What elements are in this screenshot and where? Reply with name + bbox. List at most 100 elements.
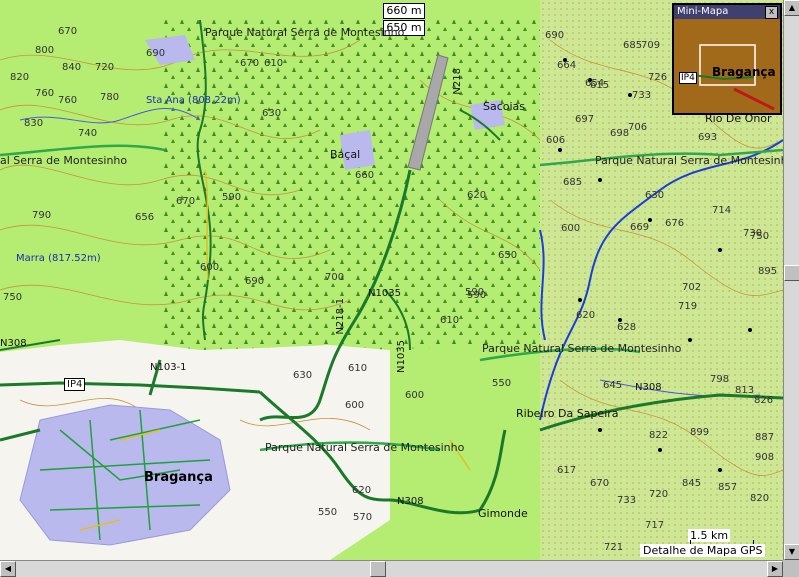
contour-label: 656: [135, 212, 155, 223]
scroll-right-button[interactable]: ▶: [767, 561, 783, 577]
contour-label: 670: [176, 196, 196, 207]
contour-label: 550: [318, 507, 338, 518]
contour-label: 550: [492, 378, 512, 389]
contour-label: 721: [604, 542, 624, 553]
road-label: N308: [635, 382, 662, 393]
contour-label: 800: [35, 45, 55, 56]
close-icon[interactable]: x: [765, 6, 778, 19]
contour-label: 610: [440, 315, 460, 326]
contour-label: 726: [648, 72, 668, 83]
contour-label: 670: [240, 58, 260, 69]
contour-label: 719: [678, 301, 698, 312]
contour-label: 620: [467, 190, 487, 201]
contour-label: 790: [32, 210, 52, 221]
contour-label: 685: [623, 40, 643, 51]
contour-label: 617: [557, 465, 577, 476]
contour-label: 733: [632, 90, 652, 101]
road-label: N103-1: [150, 362, 187, 373]
contour-label: 610: [264, 58, 284, 69]
contour-label: 660: [355, 170, 375, 181]
road-label: N218-1: [335, 298, 346, 335]
place-label: Baçal: [330, 148, 361, 161]
road-label: N1035: [396, 340, 407, 373]
scroll-left-button[interactable]: ◀: [0, 561, 16, 577]
contour-label: 630: [293, 370, 313, 381]
contour-label: 720: [95, 62, 115, 73]
contour-label: 600: [561, 223, 581, 234]
contour-label: 697: [575, 114, 595, 125]
contour-label: 720: [649, 489, 669, 500]
map-canvas: [0, 0, 783, 560]
vertical-scrollbar[interactable]: ▲ ▼: [783, 0, 799, 560]
contour-label: 620: [352, 485, 372, 496]
horizontal-scrollbar[interactable]: ◀ ▶: [0, 560, 783, 577]
contour-label: 628: [617, 322, 637, 333]
contour-label: 590: [467, 290, 487, 301]
place-label: Ribeiro Da Sapeira: [516, 407, 619, 420]
contour-label: 600: [200, 262, 220, 273]
contour-label: 690: [245, 276, 265, 287]
contour-label: 740: [78, 128, 98, 139]
town-label: Bragança: [144, 470, 213, 485]
contour-label: 693: [698, 132, 718, 143]
status-text: Detalhe de Mapa GPS: [640, 544, 766, 557]
elevation-legend-660: 660 m: [383, 3, 425, 19]
contour-label: 600: [405, 390, 425, 401]
minimap-town-label: Bragança: [712, 65, 776, 79]
road-label: N1035: [368, 288, 401, 299]
scroll-down-button[interactable]: ▼: [784, 544, 799, 560]
contour-label: 714: [712, 205, 732, 216]
map-view[interactable]: 660 m 650 m Parque Natural Serra de Mont…: [0, 0, 783, 560]
minimap-window[interactable]: Mini-Mapa x IP4 Bragança: [672, 3, 782, 115]
contour-label: 857: [718, 482, 738, 493]
contour-label: 820: [10, 72, 30, 83]
park-label: al Serra de Montesinho: [0, 154, 128, 167]
contour-label: 887: [755, 432, 775, 443]
peak-label: Marra (817.52m): [16, 253, 101, 264]
contour-label: 760: [35, 88, 55, 99]
contour-label: 706: [628, 122, 648, 133]
contour-label: 760: [58, 95, 78, 106]
contour-label: 899: [690, 427, 710, 438]
contour-label: 730: [743, 228, 763, 239]
park-label: Parque Natural Serra de Montesinho: [482, 342, 682, 355]
contour-label: 650: [498, 250, 518, 261]
contour-label: 750: [3, 292, 23, 303]
contour-label: 702: [682, 282, 702, 293]
contour-label: 698: [610, 128, 630, 139]
contour-label: 690: [545, 30, 565, 41]
contour-label: 820: [750, 493, 770, 504]
contour-label: 670: [58, 26, 78, 37]
contour-label: 654: [585, 78, 605, 89]
contour-label: 908: [755, 452, 775, 463]
contour-label: 733: [617, 495, 637, 506]
scroll-up-button[interactable]: ▲: [784, 0, 799, 16]
park-label: Parque Natural Serra de Montesinho: [595, 154, 783, 167]
road-label: N308: [397, 496, 424, 507]
contour-label: 700: [325, 272, 345, 283]
contour-label: 685: [563, 177, 583, 188]
place-label: Sacoias: [483, 100, 526, 113]
scrollbar-corner: [783, 560, 799, 576]
horizontal-scroll-thumb[interactable]: [370, 561, 386, 577]
contour-label: 717: [645, 520, 665, 531]
peak-label: Sta Ana (808.22m): [146, 95, 241, 106]
contour-label: 645: [603, 380, 623, 391]
contour-label: 840: [62, 62, 82, 73]
contour-label: 690: [146, 48, 166, 59]
contour-label: 670: [590, 478, 610, 489]
road-label: N218: [452, 68, 463, 95]
contour-label: 676: [665, 218, 685, 229]
contour-label: 845: [682, 478, 702, 489]
contour-label: 620: [576, 310, 596, 321]
contour-label: 798: [710, 374, 730, 385]
contour-label: 709: [641, 40, 661, 51]
vertical-scroll-thumb[interactable]: [784, 265, 799, 281]
minimap-road-shield: IP4: [679, 72, 697, 84]
place-label: Gimonde: [478, 507, 528, 520]
contour-label: 570: [353, 512, 373, 523]
contour-label: 822: [649, 430, 669, 441]
contour-label: 826: [754, 395, 774, 406]
contour-label: 610: [348, 363, 368, 374]
contour-label: 630: [262, 108, 282, 119]
